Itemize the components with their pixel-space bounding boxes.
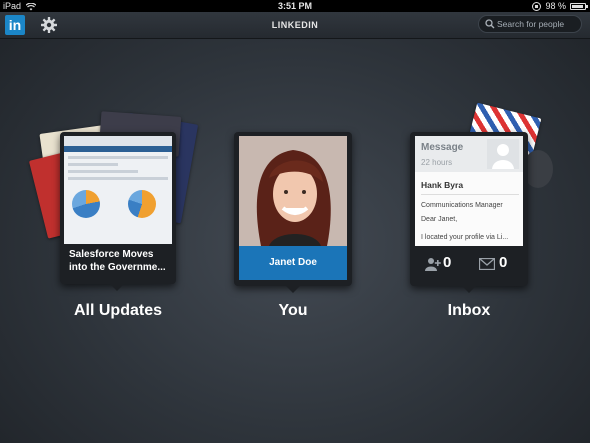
rotation-lock-icon [532,1,542,11]
profile-photo-image [239,136,347,246]
message-snippet: I located your profile via Li... [421,234,509,241]
message-preview: Message 22 hours Hank Byra Communication… [415,136,523,246]
envelope-icon [479,258,495,270]
profile-card[interactable]: Janet Doe [234,132,352,286]
all-updates-label[interactable]: All Updates [40,302,196,320]
battery-icon [570,2,588,10]
inbox-label[interactable]: Inbox [410,302,528,320]
you-tile[interactable]: Janet Doe You [234,132,354,332]
screenshot-row [68,156,168,159]
inbox-counts: 0 0 [415,248,523,280]
messages-count[interactable]: 0 [469,248,523,280]
you-label[interactable]: You [234,302,352,320]
message-header: Message 22 hours [415,136,523,172]
search-box[interactable] [478,15,582,33]
sender-title: Communications Manager [421,202,503,209]
screenshot-header [64,136,172,146]
profile-photo [239,136,347,246]
all-updates-tile[interactable]: Salesforce Moves into the Governme... Al… [28,110,200,330]
nav-bar: in LINKEDIN [0,12,590,39]
divider [421,194,519,195]
message-age: 22 hours [421,158,453,167]
message-card[interactable]: Message 22 hours Hank Byra Communication… [410,132,528,286]
add-contact-icon [425,258,441,271]
screenshot-row [68,170,138,173]
search-icon [485,19,495,29]
updates-card[interactable]: Salesforce Moves into the Governme... [60,132,176,284]
invitations-count-number: 0 [443,254,452,271]
battery-percent: 98 % [545,1,566,11]
screenshot-row [68,163,118,166]
message-header-title: Message [421,142,464,153]
message-greeting: Dear Janet, [421,216,458,223]
update-headline: Salesforce Moves into the Governme... [69,249,166,273]
card-pointer [462,286,476,293]
profile-name: Janet Doe [239,246,347,280]
clock: 3:51 PM [277,1,312,11]
messages-count-number: 0 [499,254,508,271]
card-pointer [286,286,300,293]
sender-name: Hank Byra [421,180,464,190]
screenshot-tabs [64,146,172,152]
invitations-count[interactable]: 0 [415,248,469,280]
status-right: 98 % [532,0,588,12]
update-screenshot [64,136,172,244]
pie-chart-thumbnail [72,190,100,218]
sender-avatar [487,139,519,169]
pie-chart-thumbnail [128,190,156,218]
search-input[interactable] [497,17,579,31]
card-pointer [110,284,124,291]
avatar-placeholder-icon [492,144,514,169]
status-bar: iPad 3:51 PM 98 % [0,0,590,12]
screenshot-row [68,177,168,180]
inbox-tile[interactable]: Message 22 hours Hank Byra Communication… [405,102,565,332]
